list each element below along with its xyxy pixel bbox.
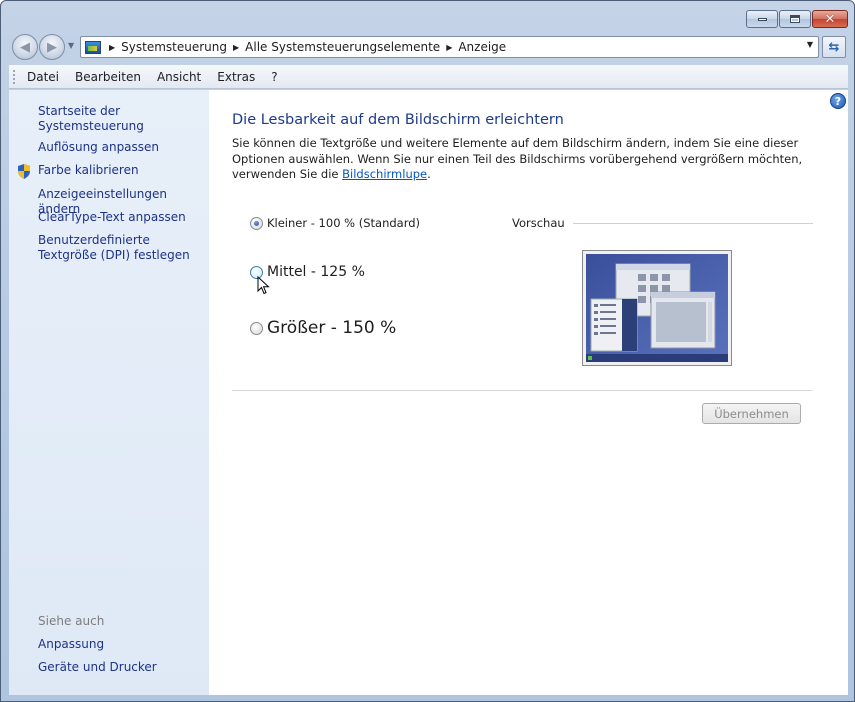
description-text: Sie können die Textgröße und weitere Ele… [232, 136, 803, 181]
sidebar-link-cleartype[interactable]: ClearType-Text anpassen [38, 210, 186, 225]
preview-divider [573, 223, 813, 224]
page-title: Die Lesbarkeit auf dem Bildschirm erleic… [232, 112, 564, 128]
breadcrumb-anzeige[interactable]: Anzeige [458, 40, 506, 54]
radio-large[interactable] [250, 321, 263, 335]
preview-image [582, 250, 732, 366]
see-also-heading: Siehe auch [38, 614, 105, 628]
option-small-label[interactable]: Kleiner - 100 % (Standard) [267, 216, 420, 230]
option-large[interactable]: Größer - 150 % [250, 318, 396, 338]
main-panel: ? Die Lesbarkeit auf dem Bildschirm erle… [209, 90, 848, 695]
option-large-label[interactable]: Größer - 150 % [267, 318, 396, 338]
close-button[interactable]: ✕ [812, 10, 848, 28]
apply-button[interactable]: Übernehmen [702, 403, 801, 424]
uac-shield-icon [18, 164, 30, 179]
radio-small[interactable] [250, 216, 263, 230]
back-arrow-icon: ◀ [20, 39, 30, 55]
toolbar-grip [13, 70, 16, 84]
breadcrumb-alle-elemente[interactable]: Alle Systemsteuerungselemente [245, 40, 440, 54]
menu-bar: Datei Bearbeiten Ansicht Extras ? [9, 65, 848, 89]
explorer-window: ✕ ◀ ▶ ▼ ▶ Systemsteuerung ▶ Alle Systems… [0, 0, 855, 702]
option-medium-label[interactable]: Mittel - 125 % [267, 264, 365, 280]
refresh-button[interactable]: ⇆ [822, 36, 846, 58]
sidebar-link-dpi[interactable]: Benutzerdefinierte Textgröße (DPI) festl… [38, 233, 203, 263]
option-small[interactable]: Kleiner - 100 % (Standard) [250, 216, 420, 230]
chevron-right-icon[interactable]: ▶ [109, 43, 115, 52]
back-button[interactable]: ◀ [12, 34, 38, 60]
maximize-icon [790, 15, 800, 23]
sidebar-link-resolution[interactable]: Auflösung anpassen [38, 140, 159, 155]
address-bar[interactable]: ▶ Systemsteuerung ▶ Alle Systemsteuerung… [80, 36, 819, 58]
forward-button[interactable]: ▶ [39, 34, 65, 60]
section-divider [232, 390, 812, 391]
desktop-preview-illustration [586, 254, 728, 362]
minimize-button[interactable] [746, 10, 778, 28]
magnifier-link[interactable]: Bildschirmlupe [342, 167, 427, 181]
forward-arrow-icon: ▶ [47, 39, 57, 55]
close-icon: ✕ [824, 11, 836, 27]
chevron-right-icon[interactable]: ▶ [446, 43, 452, 52]
maximize-button[interactable] [779, 10, 811, 28]
preview-label: Vorschau [512, 216, 565, 230]
breadcrumb-systemsteuerung[interactable]: Systemsteuerung [121, 40, 227, 54]
sidebar-link-calibrate[interactable]: Farbe kalibrieren [38, 163, 139, 178]
description-period: . [427, 167, 431, 181]
recent-pages-dropdown[interactable]: ▼ [68, 41, 74, 50]
menu-help[interactable]: ? [271, 70, 277, 84]
menu-ansicht[interactable]: Ansicht [157, 70, 201, 84]
chevron-down-icon[interactable]: ▼ [807, 40, 813, 49]
caption-buttons: ✕ [746, 10, 848, 28]
control-panel-icon [85, 40, 101, 54]
task-pane: Startseite der Systemsteuerung Auflösung… [9, 90, 209, 695]
menu-extras[interactable]: Extras [217, 70, 255, 84]
help-icon[interactable]: ? [830, 93, 846, 109]
page-description: Sie können die Textgröße und weitere Ele… [232, 136, 822, 183]
refresh-icon: ⇆ [828, 39, 840, 55]
menu-datei[interactable]: Datei [27, 70, 59, 84]
menu-bearbeiten[interactable]: Bearbeiten [75, 70, 141, 84]
chevron-right-icon[interactable]: ▶ [233, 43, 239, 52]
mouse-cursor-icon [257, 276, 270, 295]
sidebar-home-link[interactable]: Startseite der Systemsteuerung [38, 104, 209, 134]
sidebar-link-personalization[interactable]: Anpassung [38, 637, 104, 652]
sidebar-link-devices-printers[interactable]: Geräte und Drucker [38, 660, 157, 675]
minimize-icon [757, 17, 767, 21]
content-area: Startseite der Systemsteuerung Auflösung… [9, 90, 848, 695]
